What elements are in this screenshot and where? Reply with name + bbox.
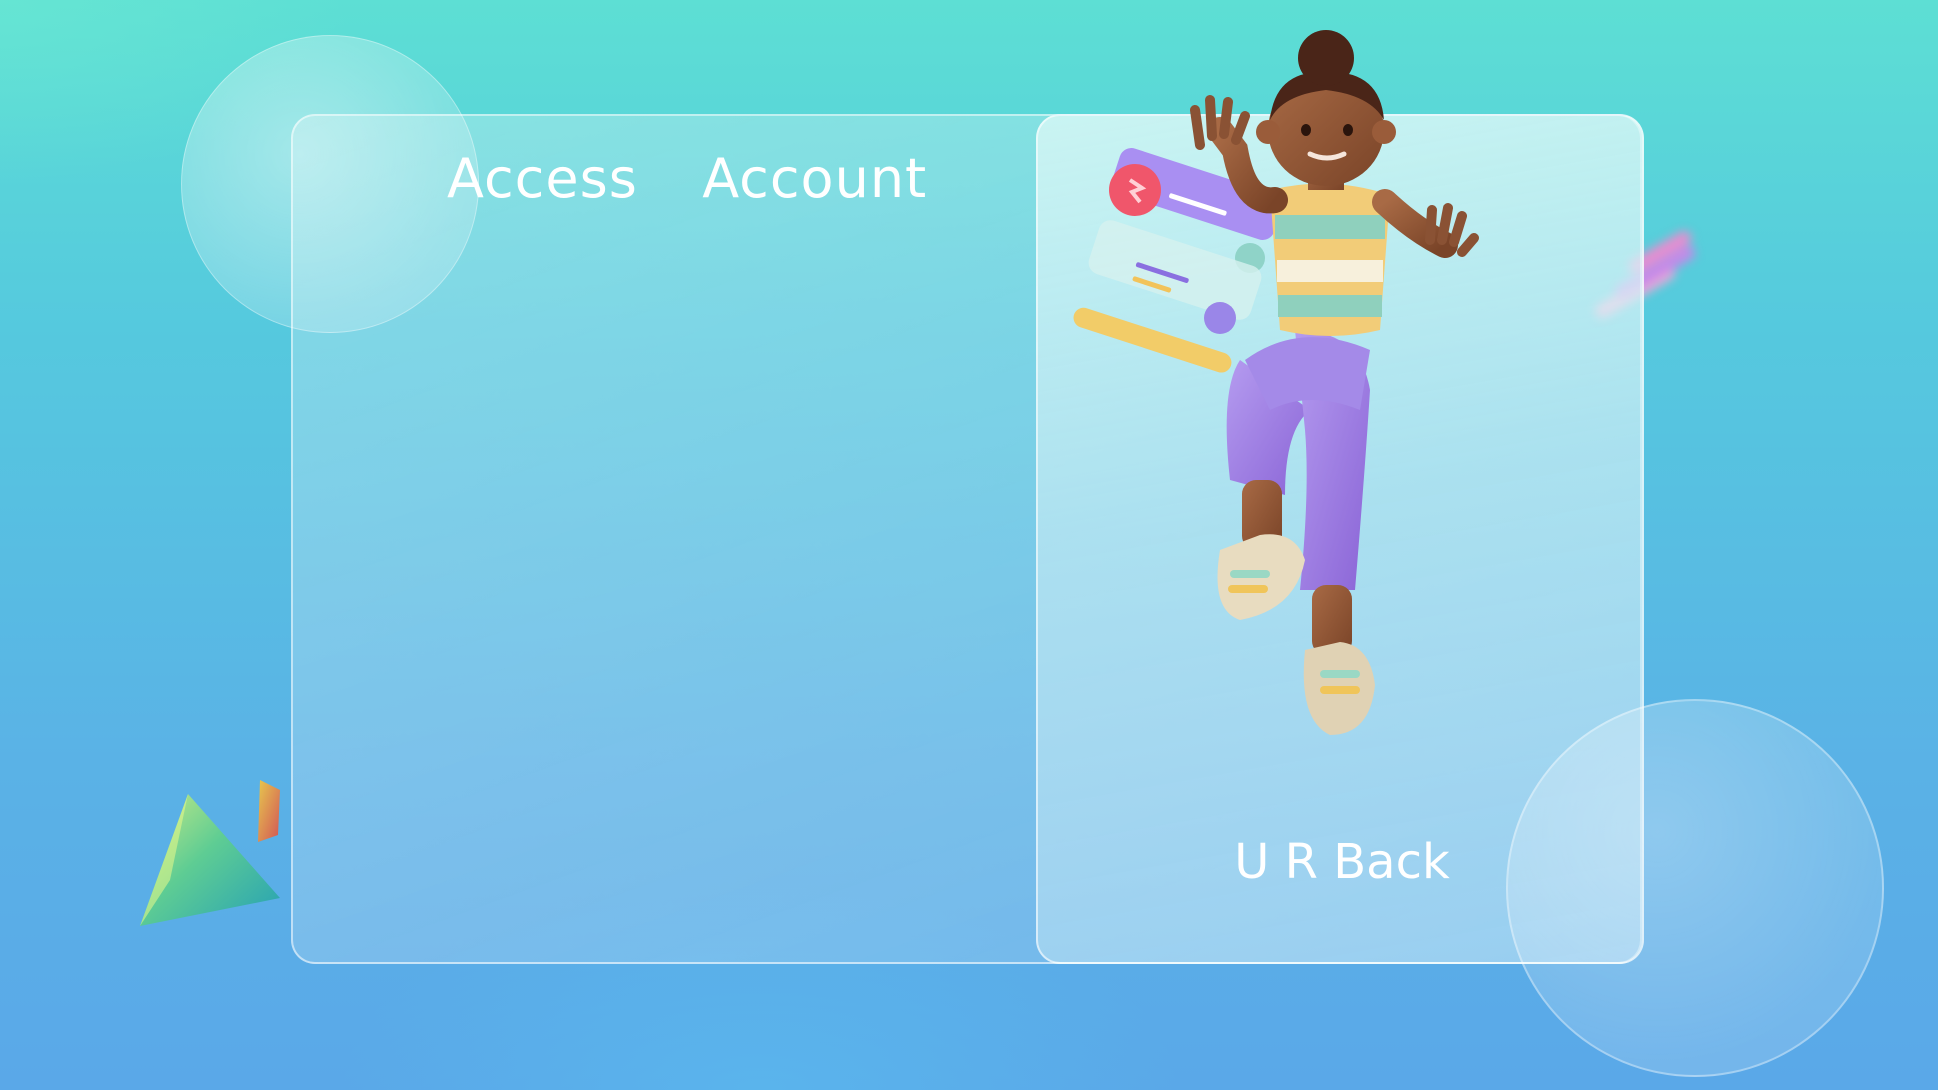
cone-shape-icon — [140, 780, 280, 926]
login-form-panel: Access Account — [293, 116, 1038, 962]
decorative-bubble-bottom — [1506, 699, 1884, 1077]
waving-person-illustration — [1073, 30, 1479, 735]
page-title: Access Account — [447, 147, 928, 210]
